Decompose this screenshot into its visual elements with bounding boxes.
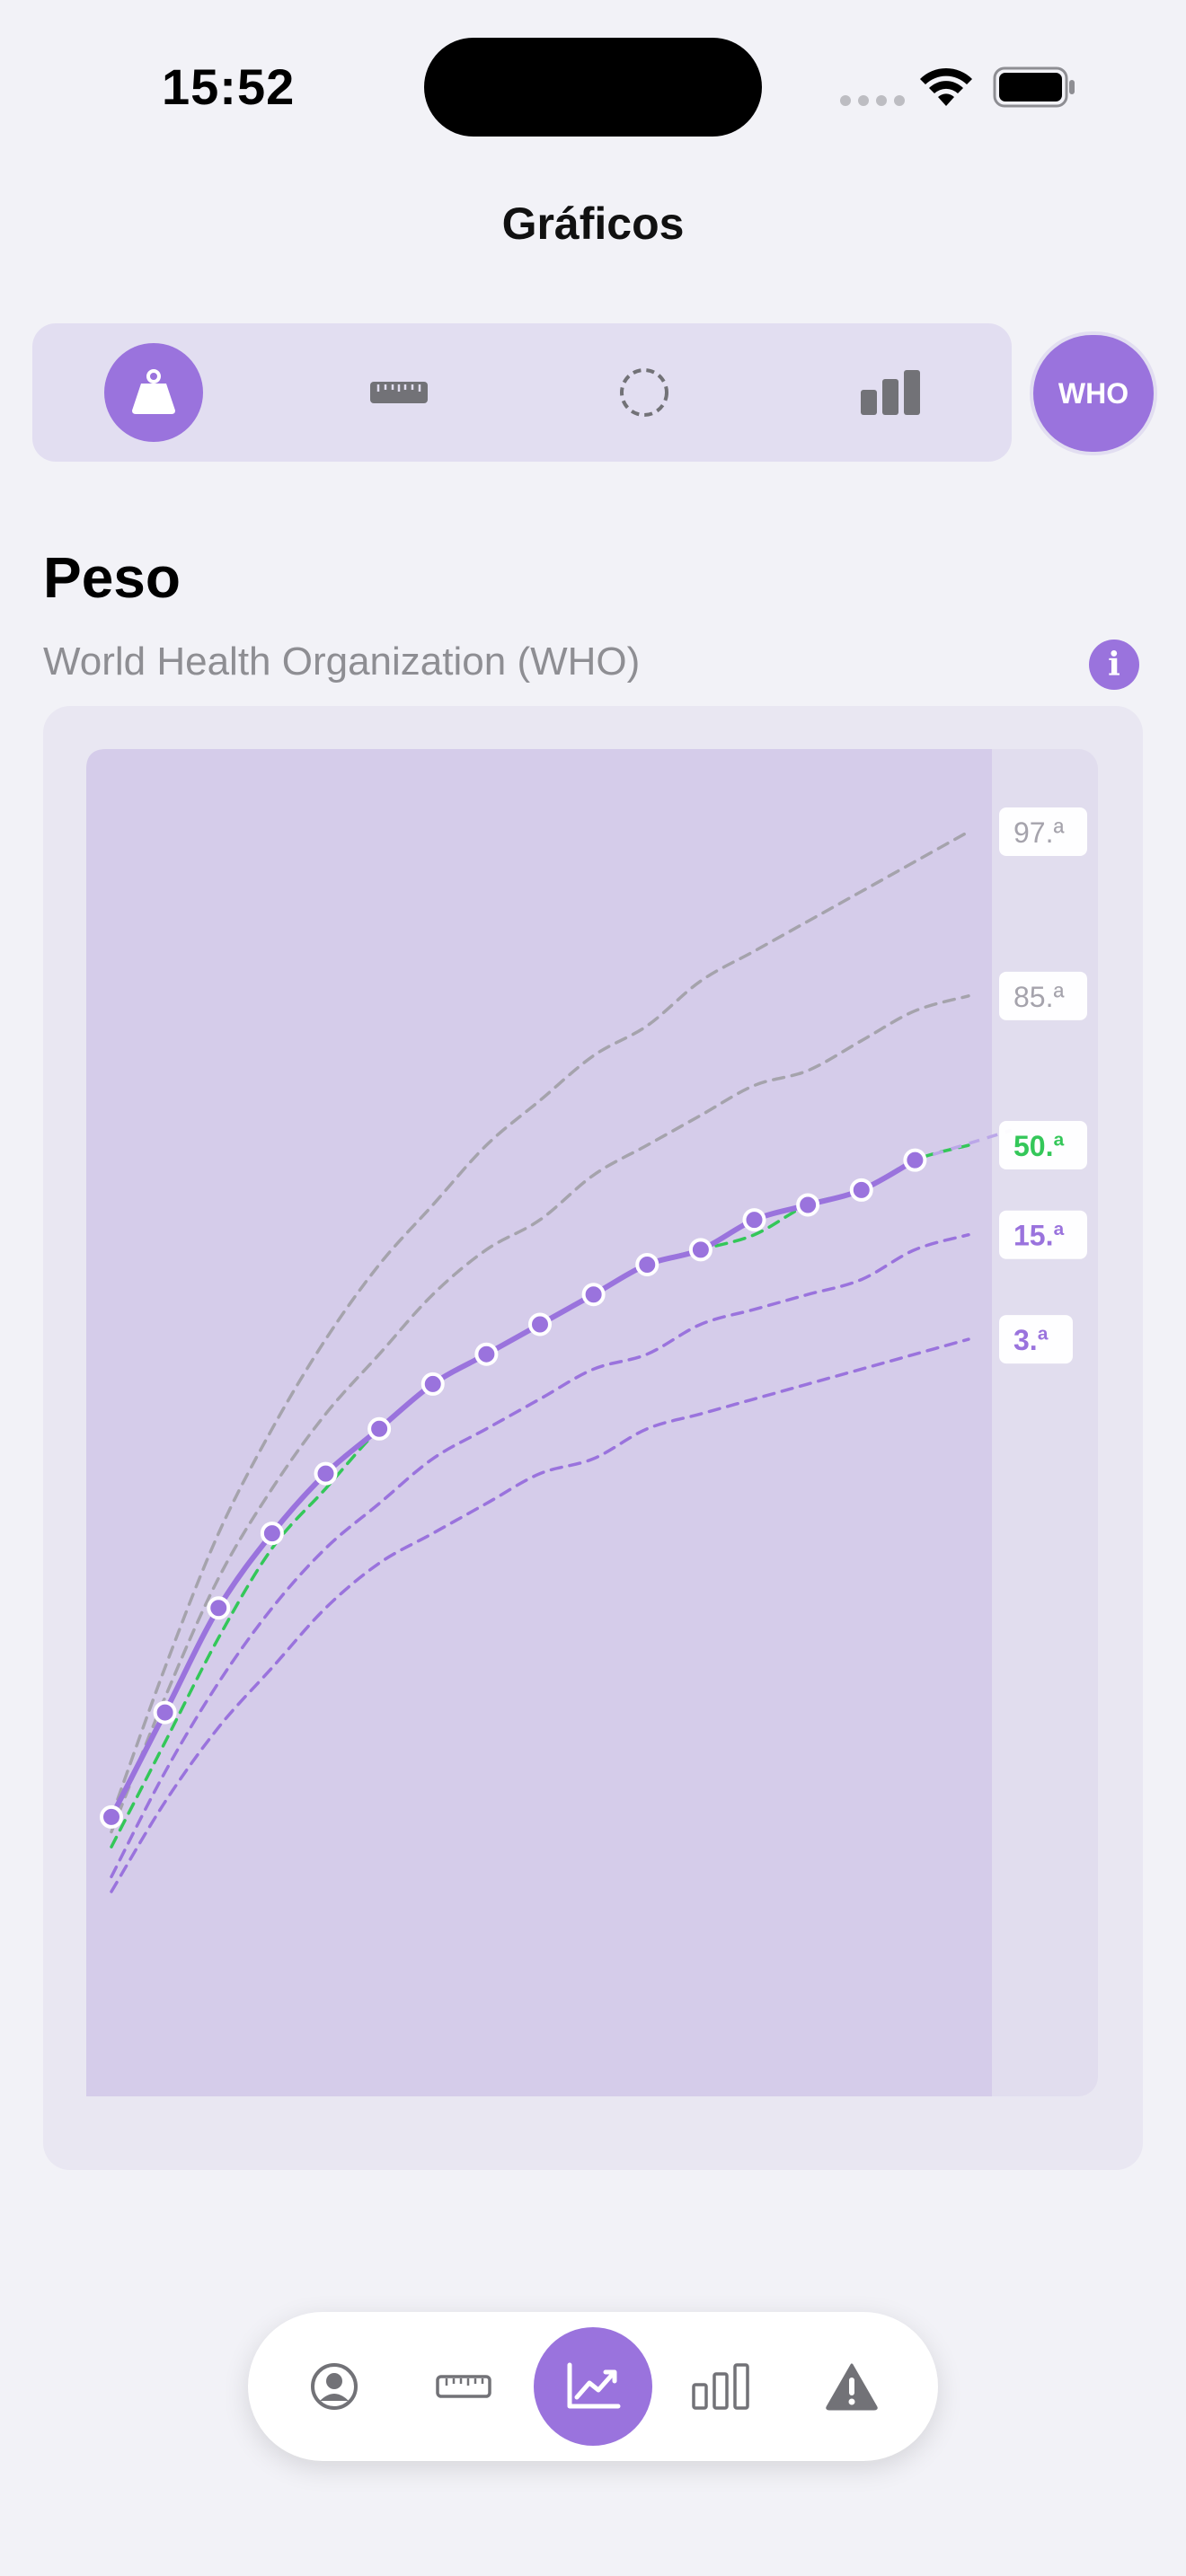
data-point[interactable] xyxy=(474,1342,499,1366)
plot-area xyxy=(86,749,992,2096)
page-title: Gráficos xyxy=(501,198,685,249)
percentile-label-3: 3.ª xyxy=(999,1315,1073,1364)
battery-icon xyxy=(993,66,1075,108)
head-circumference-icon xyxy=(620,368,668,417)
tab-measurements[interactable] xyxy=(410,2333,518,2440)
tab-charts[interactable] xyxy=(534,2327,652,2446)
weight-icon xyxy=(132,369,175,414)
bar-chart-icon xyxy=(692,2363,749,2410)
data-point[interactable] xyxy=(314,1461,338,1486)
svg-text:85.ª: 85.ª xyxy=(1013,981,1064,1013)
cellular-signal-icon xyxy=(840,95,905,106)
percentile-label-50: 50.ª xyxy=(999,1121,1087,1170)
svg-text:97.ª: 97.ª xyxy=(1013,816,1064,849)
warning-icon xyxy=(826,2363,878,2411)
dynamic-island xyxy=(424,38,762,137)
status-time: 15:52 xyxy=(162,58,296,115)
bar-chart-icon xyxy=(861,370,920,415)
data-point[interactable] xyxy=(100,1804,123,1829)
growth-chart-card: 97.ª 85.ª 50.ª 15.ª 3.ª xyxy=(43,706,1143,2170)
ruler-icon xyxy=(436,2375,491,2398)
section-title: Peso xyxy=(43,545,181,610)
info-icon[interactable]: i xyxy=(1089,640,1139,690)
chart-type-segmented-control xyxy=(32,323,1012,462)
tab-profile[interactable] xyxy=(280,2333,388,2440)
data-point[interactable] xyxy=(367,1416,392,1441)
percentile-label-15: 15.ª xyxy=(999,1210,1087,1259)
bottom-tab-bar xyxy=(248,2312,938,2461)
segment-percentiles[interactable] xyxy=(841,343,940,442)
data-point[interactable] xyxy=(153,1700,177,1725)
data-point[interactable] xyxy=(260,1522,284,1546)
ruler-icon xyxy=(370,382,428,403)
svg-text:50.ª: 50.ª xyxy=(1013,1130,1064,1162)
wifi-icon xyxy=(920,67,972,106)
data-point[interactable] xyxy=(635,1252,659,1276)
weight-growth-chart: 97.ª 85.ª 50.ª 15.ª 3.ª xyxy=(86,749,1098,2096)
data-point[interactable] xyxy=(742,1208,766,1232)
segment-weight[interactable] xyxy=(104,343,203,442)
data-point[interactable] xyxy=(849,1178,873,1202)
svg-text:3.ª: 3.ª xyxy=(1013,1324,1049,1356)
profile-icon xyxy=(311,2363,358,2410)
section-subtitle: World Health Organization (WHO) xyxy=(43,640,641,684)
data-point[interactable] xyxy=(903,1148,927,1172)
tab-alerts[interactable] xyxy=(798,2333,906,2440)
data-point[interactable] xyxy=(796,1193,820,1217)
data-point[interactable] xyxy=(207,1596,231,1620)
tab-percentiles[interactable] xyxy=(667,2333,774,2440)
data-point[interactable] xyxy=(528,1312,552,1337)
segment-head-circumference[interactable] xyxy=(595,343,694,442)
segment-length[interactable] xyxy=(350,343,448,442)
percentile-label-85: 85.ª xyxy=(999,971,1087,1020)
data-point[interactable] xyxy=(688,1238,712,1262)
data-point[interactable] xyxy=(420,1372,445,1396)
percentile-label-97: 97.ª xyxy=(999,807,1087,856)
data-point[interactable] xyxy=(581,1283,606,1307)
chart-icon xyxy=(567,2362,621,2409)
who-standard-button[interactable]: WHO xyxy=(1033,335,1154,452)
svg-text:15.ª: 15.ª xyxy=(1013,1220,1064,1252)
